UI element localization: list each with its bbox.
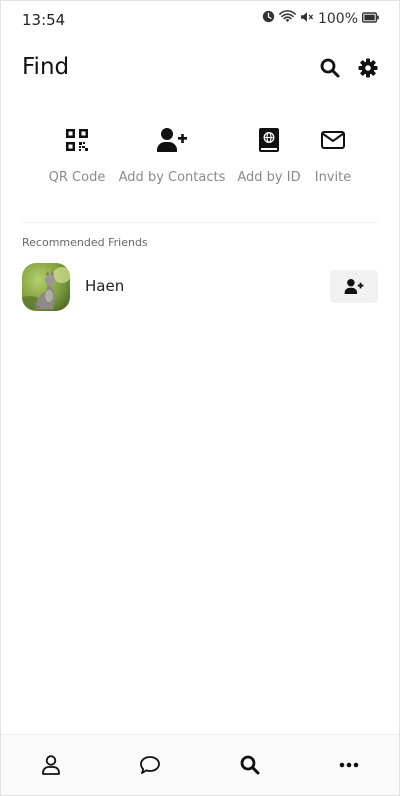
friend-list-item[interactable]: Haen: [22, 263, 378, 311]
tab-find[interactable]: [200, 735, 300, 795]
invite-action[interactable]: Invite: [313, 125, 353, 185]
add-friend-button[interactable]: [330, 270, 378, 303]
qr-code-label: QR Code: [48, 170, 106, 185]
divider: [22, 222, 378, 223]
chat-bubble-icon: [140, 756, 161, 774]
invite-label: Invite: [314, 170, 352, 185]
battery-percent: 100%: [317, 10, 358, 27]
quick-actions: QR Code Add by Contacts Add by ID Invite: [1, 125, 399, 191]
add-by-contacts-label: Add by Contacts: [118, 170, 226, 185]
mute-icon: [300, 11, 314, 27]
envelope-icon: [321, 131, 345, 149]
recommended-section-title: Recommended Friends: [22, 236, 148, 249]
qr-code-action[interactable]: QR Code: [48, 125, 106, 185]
id-book-icon: [259, 128, 279, 152]
more-icon: [339, 762, 359, 768]
status-time: 13:54: [22, 11, 66, 29]
avatar[interactable]: [22, 263, 70, 311]
add-contact-icon: [157, 128, 187, 152]
search-button[interactable]: [319, 57, 341, 79]
clock-icon: [262, 10, 275, 27]
add-by-id-action[interactable]: Add by ID: [237, 125, 301, 185]
tab-chats[interactable]: [101, 735, 201, 795]
bottom-navigation: [1, 734, 399, 795]
search-icon: [320, 58, 340, 78]
tab-more[interactable]: [300, 735, 400, 795]
find-screen: 13:54 100% Find QR Code Add by Contacts …: [0, 0, 400, 796]
status-bar: 13:54 100%: [1, 1, 399, 39]
add-by-id-label: Add by ID: [237, 170, 301, 185]
header-actions: [319, 57, 379, 79]
cat-photo: [22, 263, 70, 311]
settings-button[interactable]: [357, 57, 379, 79]
person-icon: [41, 755, 60, 775]
page-header: Find: [22, 51, 379, 87]
tab-profile[interactable]: [1, 735, 101, 795]
search-icon: [240, 755, 260, 775]
add-user-icon: [344, 279, 364, 294]
gear-icon: [358, 58, 378, 78]
status-icons: 100%: [262, 10, 379, 27]
add-by-contacts-action[interactable]: Add by Contacts: [119, 125, 225, 185]
battery-icon: [362, 11, 379, 27]
friend-name: Haen: [85, 277, 125, 295]
wifi-icon: [279, 10, 296, 27]
qr-code-icon: [66, 129, 88, 151]
page-title: Find: [22, 54, 70, 80]
